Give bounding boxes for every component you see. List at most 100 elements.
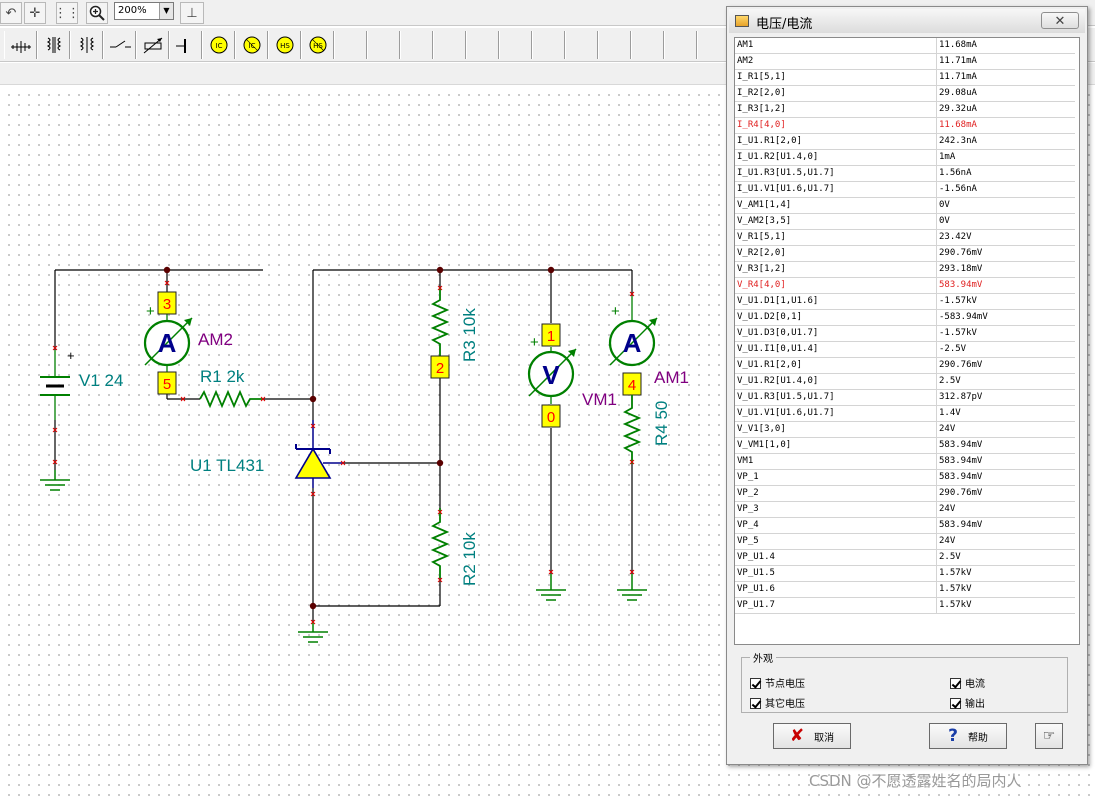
svg-text:HS: HS: [280, 42, 290, 50]
checkbox-icon[interactable]: [950, 678, 961, 689]
cursor-cross-icon[interactable]: ✛: [24, 2, 46, 24]
row-value: 1.4V: [936, 406, 961, 422]
list-item[interactable]: V_AM1[1,4] 0V: [735, 198, 1075, 214]
list-item[interactable]: I_U1.V1[U1.6,U1.7] -1.56nA: [735, 182, 1075, 198]
list-item[interactable]: I_R2[2,0] 29.08uA: [735, 86, 1075, 102]
results-list[interactable]: AM1 11.68mA AM2 11.71mA I_R1[5,1] 11.71mA I_R2…: [734, 37, 1080, 645]
undo-icon[interactable]: ↶: [0, 2, 22, 24]
empty-slot[interactable]: [499, 31, 532, 59]
list-item[interactable]: VP_2 290.76mV: [735, 486, 1075, 502]
row-name: VP_5: [737, 536, 759, 546]
ammeter-am1[interactable]: A +: [608, 296, 658, 367]
list-item[interactable]: V_AM2[3,5] 0V: [735, 214, 1075, 230]
dialog-titlebar[interactable]: 电压/电流 ✕: [729, 9, 1085, 33]
cancel-label: 取消: [814, 732, 835, 744]
list-item[interactable]: VP_U1.7 1.57kV: [735, 598, 1075, 614]
list-item[interactable]: V_V1[3,0] 24V: [735, 422, 1075, 438]
list-item[interactable]: V_U1.R3[U1.5,U1.7] 312.87pV: [735, 390, 1075, 406]
close-icon: ✕: [1054, 13, 1066, 28]
list-item[interactable]: V_U1.D2[0,1] -583.94mV: [735, 310, 1075, 326]
close-button[interactable]: ✕: [1041, 12, 1079, 29]
list-item[interactable]: V_U1.V1[U1.6,U1.7] 1.4V: [735, 406, 1075, 422]
hs-icon[interactable]: HS: [268, 31, 301, 59]
empty-slot[interactable]: [631, 31, 664, 59]
other-voltage-checkbox[interactable]: 其它电压: [750, 698, 805, 711]
current-checkbox[interactable]: 电流: [950, 678, 985, 691]
checkbox-icon[interactable]: [750, 698, 761, 709]
empty-slot[interactable]: [334, 31, 367, 59]
dialog-title: 电压/电流: [756, 17, 813, 32]
transformer-icon[interactable]: [37, 31, 70, 59]
list-item[interactable]: I_U1.R3[U1.5,U1.7] 1.56nA: [735, 166, 1075, 182]
list-item[interactable]: I_R3[1,2] 29.32uA: [735, 102, 1075, 118]
empty-slot[interactable]: [565, 31, 598, 59]
list-item[interactable]: I_U1.R1[2,0] 242.3nA: [735, 134, 1075, 150]
empty-slot[interactable]: [400, 31, 433, 59]
resistor-r1[interactable]: [199, 389, 262, 409]
row-name: V_R1[5,1]: [737, 232, 786, 242]
list-item[interactable]: VP_5 24V: [735, 534, 1075, 550]
ic2-icon[interactable]: IC: [235, 31, 268, 59]
list-item[interactable]: V_R1[5,1] 23.42V: [735, 230, 1075, 246]
empty-slot[interactable]: [466, 31, 499, 59]
grid-icon[interactable]: ⋮⋮: [54, 2, 80, 24]
output-checkbox[interactable]: 输出: [950, 698, 985, 711]
slider-icon[interactable]: ⊥: [180, 2, 204, 24]
node-voltage-checkbox[interactable]: 节点电压: [750, 678, 805, 691]
list-item[interactable]: AM1 11.68mA: [735, 38, 1075, 54]
list-item[interactable]: I_R4[4,0] 11.68mA: [735, 118, 1075, 134]
list-item[interactable]: V_R2[2,0] 290.76mV: [735, 246, 1075, 262]
list-item[interactable]: V_U1.I1[0,U1.4] -2.5V: [735, 342, 1075, 358]
list-item[interactable]: V_R3[1,2] 293.18mV: [735, 262, 1075, 278]
row-name: VP_U1.6: [737, 584, 775, 594]
row-name: V_U1.R1[2,0]: [737, 360, 803, 370]
chevron-down-icon[interactable]: ▼: [159, 3, 173, 19]
switch-icon[interactable]: [103, 31, 136, 59]
capacitor-icon[interactable]: [169, 31, 202, 59]
row-value: 312.87pV: [936, 390, 982, 406]
resistor-r4[interactable]: [622, 395, 642, 464]
list-item[interactable]: VP_1 583.94mV: [735, 470, 1075, 486]
list-item[interactable]: V_U1.D1[1,U1.6] -1.57kV: [735, 294, 1075, 310]
checkbox-icon[interactable]: [950, 698, 961, 709]
empty-slot[interactable]: [532, 31, 565, 59]
list-item[interactable]: I_U1.R2[U1.4,0] 1mA: [735, 150, 1075, 166]
list-item[interactable]: VP_U1.4 2.5V: [735, 550, 1075, 566]
list-item[interactable]: VP_4 583.94mV: [735, 518, 1075, 534]
battery-v1[interactable]: +: [40, 348, 75, 420]
empty-slot[interactable]: [367, 31, 400, 59]
potentiometer-icon[interactable]: [136, 31, 169, 59]
ground-bar-icon[interactable]: [4, 31, 37, 59]
resistor-r3[interactable]: [430, 288, 450, 356]
pointer-button[interactable]: ☞: [1035, 723, 1063, 749]
list-item[interactable]: V_U1.R2[U1.4,0] 2.5V: [735, 374, 1075, 390]
list-item[interactable]: AM2 11.71mA: [735, 54, 1075, 70]
list-item[interactable]: VP_U1.6 1.57kV: [735, 582, 1075, 598]
list-item[interactable]: VP_U1.5 1.57kV: [735, 566, 1075, 582]
list-item[interactable]: VP_3 24V: [735, 502, 1075, 518]
empty-slot[interactable]: [433, 31, 466, 59]
zener-u1[interactable]: [294, 420, 344, 488]
row-name: AM1: [737, 40, 754, 50]
transformer2-icon[interactable]: [70, 31, 103, 59]
help-button[interactable]: ? 帮助: [929, 723, 1007, 749]
cancel-button[interactable]: ✘ 取消: [773, 723, 851, 749]
list-item[interactable]: I_R1[5,1] 11.71mA: [735, 70, 1075, 86]
ic-icon[interactable]: IC: [202, 31, 235, 59]
empty-slot[interactable]: [664, 31, 697, 59]
list-item[interactable]: V_U1.R1[2,0] 290.76mV: [735, 358, 1075, 374]
zoom-icon[interactable]: [86, 2, 108, 24]
row-name: VP_U1.7: [737, 600, 775, 610]
list-item[interactable]: VM1 583.94mV: [735, 454, 1075, 470]
list-item[interactable]: V_R4[4,0] 583.94mV: [735, 278, 1075, 294]
list-item[interactable]: V_VM1[1,0] 583.94mV: [735, 438, 1075, 454]
zoom-select[interactable]: 200% ▼: [114, 2, 174, 20]
checkbox-icon[interactable]: [750, 678, 761, 689]
resistor-r2[interactable]: [430, 508, 450, 578]
row-name: V_U1.R3[U1.5,U1.7]: [737, 392, 835, 402]
hs2-icon[interactable]: HS: [301, 31, 334, 59]
empty-slot[interactable]: [598, 31, 631, 59]
row-name: V_U1.R2[U1.4,0]: [737, 376, 819, 386]
list-item[interactable]: V_U1.D3[0,U1.7] -1.57kV: [735, 326, 1075, 342]
row-value: 0V: [936, 214, 950, 230]
